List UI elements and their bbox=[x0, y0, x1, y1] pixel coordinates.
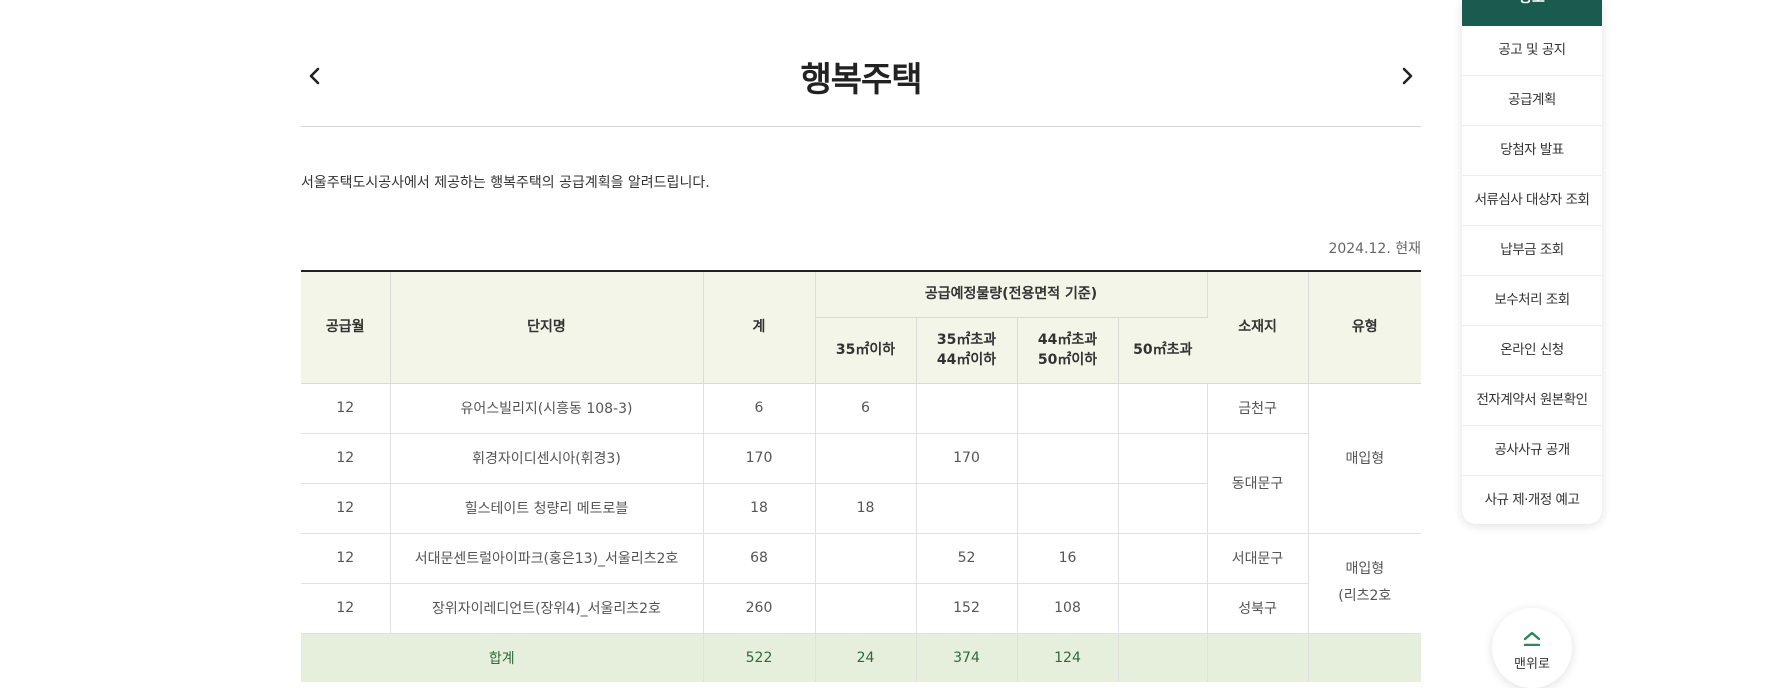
header-type: 유형 bbox=[1308, 270, 1422, 384]
type-line1: 매입형 bbox=[1345, 561, 1385, 577]
header-location: 소재지 bbox=[1207, 270, 1309, 384]
double-chevron-up-icon bbox=[1523, 632, 1541, 646]
cell-size2: 170 bbox=[916, 433, 1018, 484]
cell-size1: 18 bbox=[815, 483, 917, 534]
cell-location: 금천구 bbox=[1207, 383, 1309, 434]
quick-menu-item-notice[interactable]: 공고 및 공지 bbox=[1462, 26, 1602, 76]
header-size2: 35㎡초과 44㎡이하 bbox=[916, 317, 1018, 384]
header-planned: 공급예정물량(전용면적 기준) bbox=[815, 270, 1208, 318]
cell-complex: 장위자이레디언트(장위4)_서울리츠2호 bbox=[390, 583, 704, 634]
cell-size4 bbox=[1118, 433, 1208, 484]
cell-size2 bbox=[916, 483, 1018, 534]
table-row: 12 장위자이레디언트(장위4)_서울리츠2호 260 152 108 성북구 bbox=[301, 583, 1421, 634]
cell-size1 bbox=[815, 433, 917, 484]
header-month: 공급월 bbox=[301, 270, 391, 384]
total-size3: 124 bbox=[1017, 632, 1119, 682]
title-bar: 행복주택 bbox=[301, 0, 1421, 127]
cell-size3 bbox=[1017, 483, 1119, 534]
cell-month: 12 bbox=[301, 433, 391, 484]
header-size4: 50㎡초과 bbox=[1118, 317, 1208, 384]
total-type bbox=[1308, 632, 1422, 682]
cell-size4 bbox=[1118, 483, 1208, 534]
header-size3-line1: 44㎡초과 bbox=[1037, 332, 1098, 348]
cell-month: 12 bbox=[301, 583, 391, 634]
type-line2: (리츠2호 bbox=[1338, 588, 1392, 604]
cell-size3 bbox=[1017, 383, 1119, 434]
quick-menu-item-winners[interactable]: 당첨자 발표 bbox=[1462, 126, 1602, 176]
quick-menu-header[interactable]: 공고 bbox=[1462, 0, 1602, 26]
page-title: 행복주택 bbox=[800, 60, 922, 100]
cell-location: 동대문구 bbox=[1207, 433, 1309, 534]
supply-plan-table: 공급월 단지명 계 공급예정물량(전용면적 기준) 소재지 유형 35㎡이하 3… bbox=[301, 270, 1422, 682]
cell-size3: 108 bbox=[1017, 583, 1119, 634]
cell-type: 매입형 (리츠2호 bbox=[1308, 533, 1422, 634]
cell-complex: 휘경자이디센시아(휘경3) bbox=[390, 433, 704, 484]
main-content: 행복주택 서울주택도시공사에서 제공하는 행복주택의 공급계획을 알려드립니다.… bbox=[301, 0, 1422, 682]
total-location bbox=[1207, 632, 1309, 682]
cell-size2 bbox=[916, 383, 1018, 434]
total-sum: 522 bbox=[703, 632, 816, 682]
cell-month: 12 bbox=[301, 383, 391, 434]
quick-menu-title: 공고 bbox=[1462, 0, 1602, 7]
quick-menu-item-regulations[interactable]: 공사사규 공개 bbox=[1462, 426, 1602, 476]
cell-month: 12 bbox=[301, 483, 391, 534]
total-size1: 24 bbox=[815, 632, 917, 682]
cell-sum: 68 bbox=[703, 533, 816, 584]
table-row: 12 서대문센트럴아이파크(홍은13)_서울리츠2호 68 52 16 서대문구… bbox=[301, 533, 1422, 634]
table-row: 12 유어스빌리지(시흥동 108-3) 6 6 금천구 매입형 bbox=[301, 383, 1422, 534]
cell-size1: 6 bbox=[815, 383, 917, 434]
quick-menu-item-online-apply[interactable]: 온라인 신청 bbox=[1462, 326, 1602, 376]
cell-complex: 유어스빌리지(시흥동 108-3) bbox=[390, 383, 704, 434]
scroll-to-top-button[interactable]: 맨위로 bbox=[1492, 608, 1572, 688]
cell-sum: 260 bbox=[703, 583, 816, 634]
cell-size2: 152 bbox=[916, 583, 1018, 634]
cell-sum: 170 bbox=[703, 433, 816, 484]
cell-type: 매입형 bbox=[1308, 383, 1422, 534]
total-size4 bbox=[1118, 632, 1208, 682]
header-size3-line2: 50㎡이하 bbox=[1037, 352, 1098, 368]
cell-location: 서대문구 bbox=[1207, 533, 1309, 584]
cell-size4 bbox=[1118, 383, 1208, 434]
cell-size4 bbox=[1118, 583, 1208, 634]
header-size2-line1: 35㎡초과 bbox=[936, 332, 997, 348]
quick-menu-item-repair[interactable]: 보수처리 조회 bbox=[1462, 276, 1602, 326]
cell-complex: 힐스테이트 청량리 메트로블 bbox=[390, 483, 704, 534]
cell-size4 bbox=[1118, 533, 1208, 584]
header-size2-line2: 44㎡이하 bbox=[936, 352, 997, 368]
cell-month: 12 bbox=[301, 533, 391, 584]
quick-menu: 공고 공고 및 공지 공급계획 당첨자 발표 서류심사 대상자 조회 납부금 조… bbox=[1462, 0, 1602, 524]
quick-menu-item-document-review[interactable]: 서류심사 대상자 조회 bbox=[1462, 176, 1602, 226]
cell-size1 bbox=[815, 583, 917, 634]
total-row: 합계 522 24 374 124 bbox=[301, 632, 1422, 682]
total-label: 합계 bbox=[301, 632, 704, 682]
table-row: 12 휘경자이디센시아(휘경3) 170 170 동대문구 bbox=[301, 433, 1421, 534]
intro-text: 서울주택도시공사에서 제공하는 행복주택의 공급계획을 알려드립니다. bbox=[301, 175, 710, 191]
cell-complex: 서대문센트럴아이파크(홍은13)_서울리츠2호 bbox=[390, 533, 704, 584]
cell-size3 bbox=[1017, 433, 1119, 484]
cell-location: 성북구 bbox=[1207, 583, 1309, 634]
header-size1: 35㎡이하 bbox=[815, 317, 917, 384]
quick-menu-item-e-contract[interactable]: 전자계약서 원본확인 bbox=[1462, 376, 1602, 426]
total-size2: 374 bbox=[916, 632, 1018, 682]
quick-menu-item-regulation-notice[interactable]: 사규 제·개정 예고 bbox=[1462, 476, 1602, 525]
scroll-to-top-label: 맨위로 bbox=[1514, 657, 1550, 672]
quick-menu-item-payment[interactable]: 납부금 조회 bbox=[1462, 226, 1602, 276]
header-size3: 44㎡초과 50㎡이하 bbox=[1017, 317, 1119, 384]
cell-sum: 6 bbox=[703, 383, 816, 434]
next-arrow-icon[interactable] bbox=[1393, 62, 1421, 90]
cell-size3: 16 bbox=[1017, 533, 1119, 584]
header-complex: 단지명 bbox=[390, 270, 704, 384]
cell-size2: 52 bbox=[916, 533, 1018, 584]
quick-menu-item-supply-plan[interactable]: 공급계획 bbox=[1462, 76, 1602, 126]
cell-size1 bbox=[815, 533, 917, 584]
cell-sum: 18 bbox=[703, 483, 816, 534]
header-sum: 계 bbox=[703, 270, 816, 384]
as-of-date: 2024.12. 현재 bbox=[1328, 241, 1421, 257]
